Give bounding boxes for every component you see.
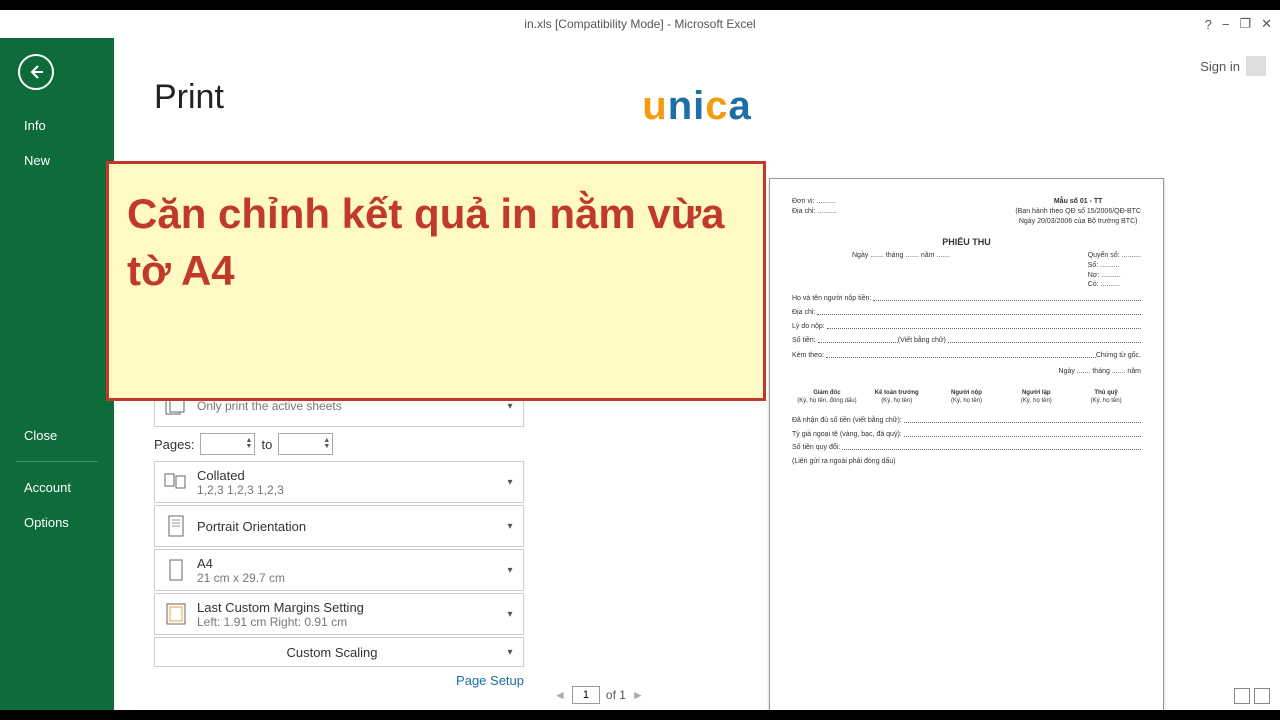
- chevron-down-icon: ▾: [503, 477, 517, 488]
- titlebar: in.xls [Compatibility Mode] - Microsoft …: [0, 10, 1280, 38]
- content-area: Sign in unica Print Căn chỉnh kết quả in…: [114, 38, 1280, 710]
- next-page-button[interactable]: ►: [632, 688, 644, 702]
- zoom-controls: [1234, 688, 1270, 704]
- orientation-option[interactable]: Portrait Orientation ▾: [154, 505, 524, 547]
- print-settings: Only print the active sheets ▾ Pages: ▲▼…: [154, 385, 524, 710]
- pages-to-input[interactable]: ▲▼: [278, 433, 333, 455]
- close-button[interactable]: ✕: [1261, 16, 1272, 32]
- unica-logo: unica: [642, 84, 752, 129]
- page-number-input[interactable]: [572, 686, 600, 704]
- preview-document: Đơn vị: .......... Địa chỉ: .......... M…: [792, 197, 1141, 512]
- avatar-icon: [1246, 56, 1266, 76]
- paper-size-option[interactable]: A421 cm x 29.7 cm ▾: [154, 549, 524, 591]
- margins-option[interactable]: Last Custom Margins SettingLeft: 1.91 cm…: [154, 593, 524, 635]
- page-navigator: ◄ of 1 ►: [554, 686, 644, 704]
- print-preview: Đơn vị: .......... Địa chỉ: .......... M…: [769, 178, 1164, 710]
- show-margins-button[interactable]: [1234, 688, 1250, 704]
- prev-page-button[interactable]: ◄: [554, 688, 566, 702]
- chevron-down-icon: ▾: [503, 521, 517, 532]
- sidebar-item-account[interactable]: Account: [0, 470, 114, 505]
- collated-option[interactable]: Collated1,2,3 1,2,3 1,2,3 ▾: [154, 461, 524, 503]
- chevron-down-icon: ▾: [503, 565, 517, 576]
- window-title: in.xls [Compatibility Mode] - Microsoft …: [524, 17, 755, 31]
- zoom-to-page-button[interactable]: [1254, 688, 1270, 704]
- chevron-down-icon: ▾: [503, 401, 517, 412]
- portrait-icon: [161, 510, 191, 542]
- sidebar-item-options[interactable]: Options: [0, 505, 114, 540]
- chevron-down-icon: ▾: [503, 647, 517, 658]
- restore-button[interactable]: ❐: [1239, 16, 1251, 32]
- page-setup-link[interactable]: Page Setup: [154, 673, 524, 688]
- sidebar-item-new[interactable]: New: [0, 143, 114, 178]
- margins-icon: [161, 598, 191, 630]
- page-icon: [161, 554, 191, 586]
- back-button[interactable]: [18, 54, 54, 90]
- sidebar-item-close[interactable]: Close: [0, 418, 114, 453]
- pages-from-input[interactable]: ▲▼: [200, 433, 255, 455]
- minimize-button[interactable]: −: [1222, 17, 1230, 32]
- pages-range: Pages: ▲▼ to ▲▼: [154, 433, 524, 455]
- chevron-down-icon: ▾: [503, 609, 517, 620]
- scaling-option[interactable]: Custom Scaling ▾: [154, 637, 524, 667]
- sign-in-label: Sign in: [1200, 59, 1240, 74]
- sidebar-item-info[interactable]: Info: [0, 108, 114, 143]
- sidebar-separator: [16, 461, 98, 462]
- backstage-sidebar: Info New Close Account Options: [0, 38, 114, 710]
- annotation-text: Căn chỉnh kết quả in nằm vừa tờ A4: [127, 186, 745, 299]
- annotation-callout: Căn chỉnh kết quả in nằm vừa tờ A4: [106, 161, 766, 401]
- help-icon[interactable]: ?: [1205, 17, 1212, 32]
- sign-in[interactable]: Sign in: [1200, 56, 1266, 76]
- page-count-label: of 1: [606, 688, 626, 702]
- collate-icon: [161, 466, 191, 498]
